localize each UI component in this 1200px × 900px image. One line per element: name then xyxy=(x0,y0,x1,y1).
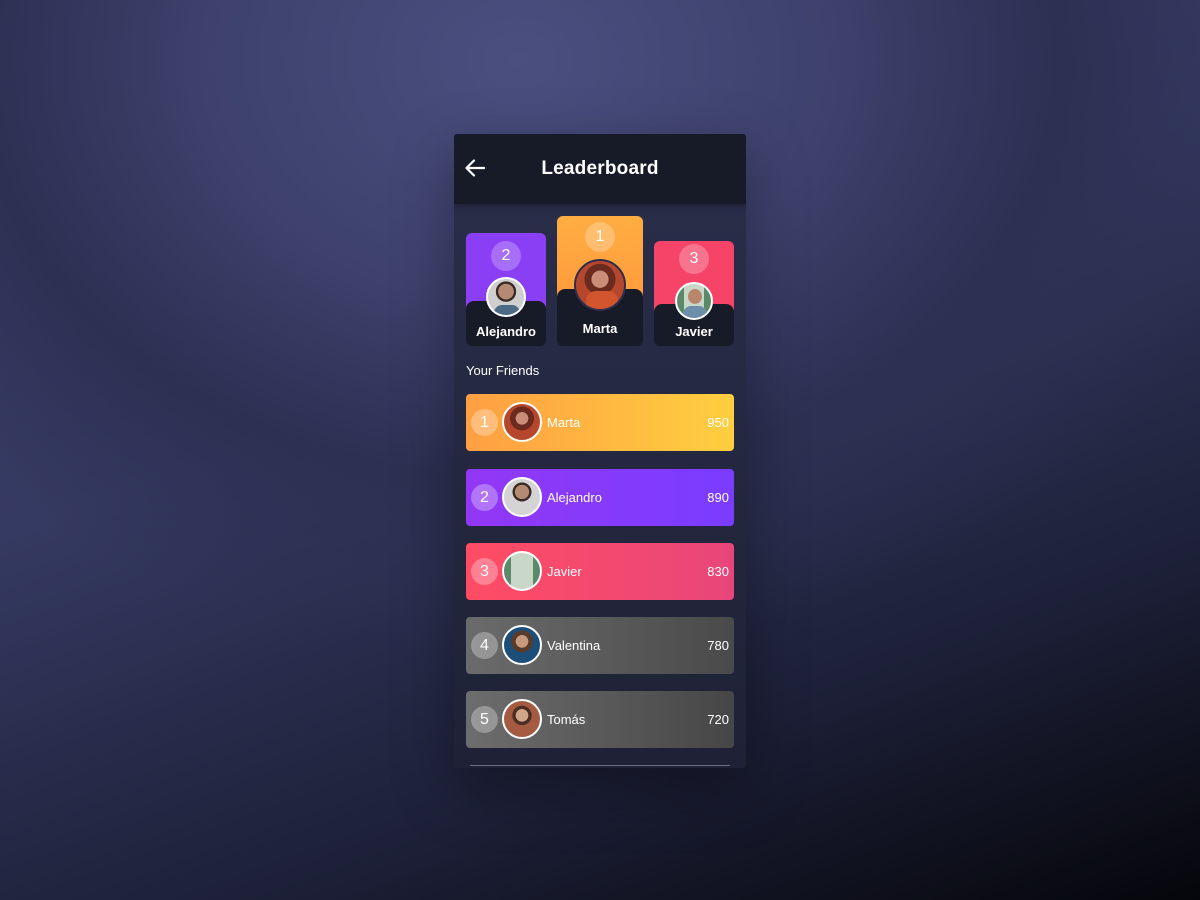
friend-name: Tomás xyxy=(547,712,586,727)
rank-badge: 3 xyxy=(679,244,709,274)
friend-name: Marta xyxy=(547,415,581,430)
app-header: Leaderboard xyxy=(454,134,746,204)
podium-name: Javier xyxy=(675,324,713,339)
arrow-left-icon xyxy=(465,159,485,177)
leaderboard-screen: Leaderboard 2 Alejandro 1 Marta 3 Javier… xyxy=(454,134,746,768)
avatar xyxy=(675,282,713,320)
rank-badge: 2 xyxy=(471,484,498,511)
rank-badge: 3 xyxy=(471,558,498,585)
friend-row[interactable]: 2 Alejandro 890 xyxy=(466,469,734,526)
podium-name: Marta xyxy=(582,321,618,336)
friend-score: 720 xyxy=(707,712,729,727)
friend-score: 780 xyxy=(707,638,729,653)
avatar xyxy=(502,699,542,739)
friend-name: Javier xyxy=(547,564,582,579)
friend-name: Alejandro xyxy=(547,490,602,505)
podium-name: Alejandro xyxy=(476,324,536,339)
avatar xyxy=(502,402,542,442)
podium-second[interactable]: 2 Alejandro xyxy=(466,233,546,346)
rank-badge: 1 xyxy=(585,222,615,252)
rank-badge: 4 xyxy=(471,632,498,659)
avatar xyxy=(574,259,626,311)
podium-third[interactable]: 3 Javier xyxy=(654,241,734,346)
back-button[interactable] xyxy=(464,157,486,179)
rank-badge: 1 xyxy=(471,409,498,436)
friend-row[interactable]: 1 Marta 950 xyxy=(466,394,734,451)
rank-badge: 2 xyxy=(491,241,521,271)
friend-score: 890 xyxy=(707,490,729,505)
friend-row[interactable]: 3 Javier 830 xyxy=(466,543,734,600)
avatar xyxy=(486,277,526,317)
friend-score: 950 xyxy=(707,415,729,430)
friend-name: Valentina xyxy=(547,638,601,653)
avatar xyxy=(502,551,542,591)
rank-badge: 5 xyxy=(471,706,498,733)
podium-first[interactable]: 1 Marta xyxy=(557,216,643,346)
section-heading: Your Friends xyxy=(466,363,540,378)
avatar xyxy=(502,625,542,665)
friend-row[interactable]: 5 Tomás 720 xyxy=(466,691,734,748)
friend-score: 830 xyxy=(707,564,729,579)
avatar xyxy=(502,477,542,517)
friend-row[interactable]: 4 Valentina 780 xyxy=(466,617,734,674)
page-title: Leaderboard xyxy=(541,158,659,179)
list-divider xyxy=(470,765,730,766)
